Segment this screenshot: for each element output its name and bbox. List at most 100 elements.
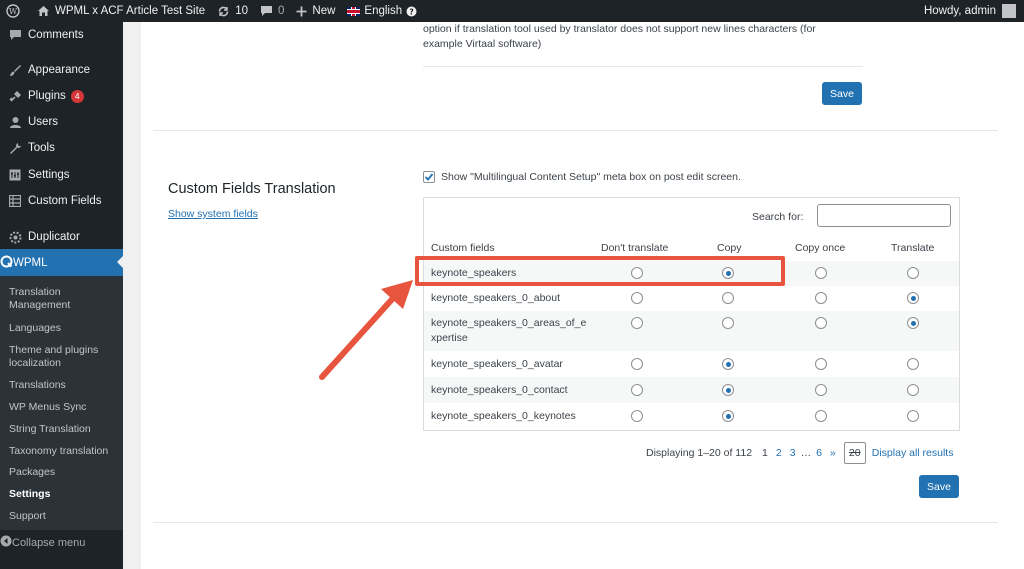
- plus-icon: [296, 6, 307, 16]
- radio-copy-once[interactable]: [815, 384, 827, 396]
- sidebar-item-settings[interactable]: Settings: [0, 167, 123, 183]
- wp-logo[interactable]: W: [0, 0, 31, 22]
- radio-copy-once[interactable]: [815, 292, 827, 304]
- column-header-dont-translate: Don't translate: [601, 242, 669, 254]
- refresh-icon: [218, 6, 229, 16]
- wordpress-icon: W: [6, 4, 20, 18]
- sidebar-item-appearance[interactable]: Appearance: [0, 62, 123, 78]
- save-button[interactable]: Save: [919, 475, 959, 498]
- bottom-divider: [153, 522, 998, 523]
- updates-count: 10: [235, 5, 248, 17]
- submenu-packages[interactable]: Packages: [9, 466, 119, 479]
- submenu-theme-plugins-localization[interactable]: Theme and plugins localization: [9, 344, 119, 370]
- radio-copy[interactable]: [722, 358, 734, 370]
- radio-translate[interactable]: [907, 317, 919, 329]
- page-ellipsis: …: [800, 446, 812, 459]
- meta-box-option[interactable]: Show "Multilingual Content Setup" meta b…: [423, 171, 741, 183]
- submenu-translation-management[interactable]: Translation Management: [9, 286, 119, 312]
- sidebar-item-duplicator[interactable]: Duplicator: [0, 229, 123, 245]
- collapse-menu-button[interactable]: Collapse menu: [0, 535, 123, 550]
- collapse-icon: [0, 535, 12, 550]
- language-switcher[interactable]: English ?: [341, 0, 423, 22]
- radio-copy-once[interactable]: [815, 317, 827, 329]
- table-row: keynote_speakers_0_keynotes: [424, 403, 959, 429]
- submenu-string-translation[interactable]: String Translation: [9, 423, 119, 436]
- radio-copy[interactable]: [722, 317, 734, 329]
- sidebar-item-tools[interactable]: Tools: [0, 140, 123, 156]
- search-input[interactable]: [817, 204, 951, 227]
- site-name-link[interactable]: WPML x ACF Article Test Site: [31, 0, 211, 22]
- column-header-custom-fields: Custom fields: [431, 242, 495, 254]
- sidebar-item-label: Comments: [28, 29, 84, 41]
- comment-icon: [260, 6, 272, 16]
- field-name: keynote_speakers_0_avatar: [431, 358, 563, 370]
- radio-translate[interactable]: [907, 292, 919, 304]
- sidebar-item-users[interactable]: Users: [0, 114, 123, 130]
- radio-dont-translate[interactable]: [631, 317, 643, 329]
- submenu-support[interactable]: Support: [9, 510, 119, 523]
- meta-box-checkbox[interactable]: [423, 171, 435, 183]
- radio-dont-translate[interactable]: [631, 358, 643, 370]
- radio-copy-once[interactable]: [815, 358, 827, 370]
- radio-copy[interactable]: [722, 292, 734, 304]
- radio-dont-translate[interactable]: [631, 384, 643, 396]
- radio-translate[interactable]: [907, 358, 919, 370]
- sidebar-item-label: Plugins: [28, 90, 66, 102]
- display-all-results-link[interactable]: Display all results: [872, 447, 954, 459]
- sidebar-item-plugins[interactable]: Plugins 4: [0, 88, 123, 104]
- top-save-button[interactable]: Save: [822, 82, 862, 105]
- column-header-copy-once: Copy once: [795, 242, 846, 254]
- page-link-3[interactable]: 3: [790, 447, 796, 459]
- sidebar-item-label: Appearance: [28, 64, 91, 76]
- submenu-taxonomy-translation[interactable]: Taxonomy translation: [9, 445, 119, 458]
- radio-dont-translate[interactable]: [631, 410, 643, 422]
- radio-copy[interactable]: [722, 410, 734, 422]
- show-system-fields-link[interactable]: Show system fields: [168, 208, 258, 220]
- per-page-select[interactable]: 20: [843, 441, 866, 464]
- settings-icon: [8, 168, 22, 182]
- page-link-6[interactable]: 6: [816, 447, 822, 459]
- radio-translate[interactable]: [907, 384, 919, 396]
- sidebar-item-label: Tools: [28, 142, 55, 154]
- svg-text:?: ?: [409, 7, 413, 16]
- admin-sidebar: Comments Appearance Plugins 4 Users Tool…: [0, 22, 123, 569]
- checkmark-icon: [424, 173, 434, 181]
- sidebar-item-wpml[interactable]: WPML: [0, 249, 123, 276]
- radio-translate[interactable]: [907, 410, 919, 422]
- field-name: keynote_speakers_0_areas_of_expertise: [431, 317, 587, 344]
- table-row: keynote_speakers_0_avatar: [424, 351, 959, 377]
- submenu-translations[interactable]: Translations: [9, 379, 119, 392]
- language-label: English: [364, 5, 403, 17]
- annotation-highlight-box: [415, 256, 785, 286]
- submenu-settings[interactable]: Settings: [9, 488, 119, 501]
- sidebar-item-custom-fields[interactable]: Custom Fields: [0, 193, 123, 209]
- radio-copy-once[interactable]: [815, 267, 827, 279]
- sidebar-item-label: WPML: [13, 256, 48, 269]
- svg-text:W: W: [9, 7, 18, 16]
- greeting: Howdy, admin: [923, 5, 996, 17]
- meta-box-label: Show "Multilingual Content Setup" meta b…: [441, 171, 741, 183]
- field-name: keynote_speakers_0_about: [431, 292, 561, 304]
- custom-fields-translation-title: Custom Fields Translation: [168, 181, 336, 197]
- table-row: keynote_speakers_0_areas_of_expertise: [424, 311, 959, 351]
- plugins-update-badge: 4: [70, 89, 84, 103]
- wrench-icon: [8, 141, 22, 155]
- brush-icon: [8, 63, 22, 77]
- wpml-submenu: Translation Management Languages Theme a…: [0, 276, 123, 530]
- radio-copy[interactable]: [722, 384, 734, 396]
- radio-translate[interactable]: [907, 267, 919, 279]
- new-content-link[interactable]: New: [290, 0, 341, 22]
- submenu-languages[interactable]: Languages: [9, 322, 119, 335]
- comments-link[interactable]: 0: [254, 0, 290, 22]
- page-link-2[interactable]: 2: [776, 447, 782, 459]
- account-menu[interactable]: Howdy, admin: [924, 4, 1024, 18]
- sidebar-item-comments[interactable]: Comments: [0, 27, 123, 43]
- next-page-link[interactable]: »: [830, 447, 836, 459]
- section-divider: [153, 130, 998, 131]
- radio-dont-translate[interactable]: [631, 292, 643, 304]
- column-header-translate: Translate: [891, 242, 935, 254]
- updates-link[interactable]: 10: [211, 0, 254, 22]
- radio-copy-once[interactable]: [815, 410, 827, 422]
- table-row: keynote_speakers_0_about: [424, 286, 959, 311]
- submenu-wp-menus-sync[interactable]: WP Menus Sync: [9, 401, 119, 414]
